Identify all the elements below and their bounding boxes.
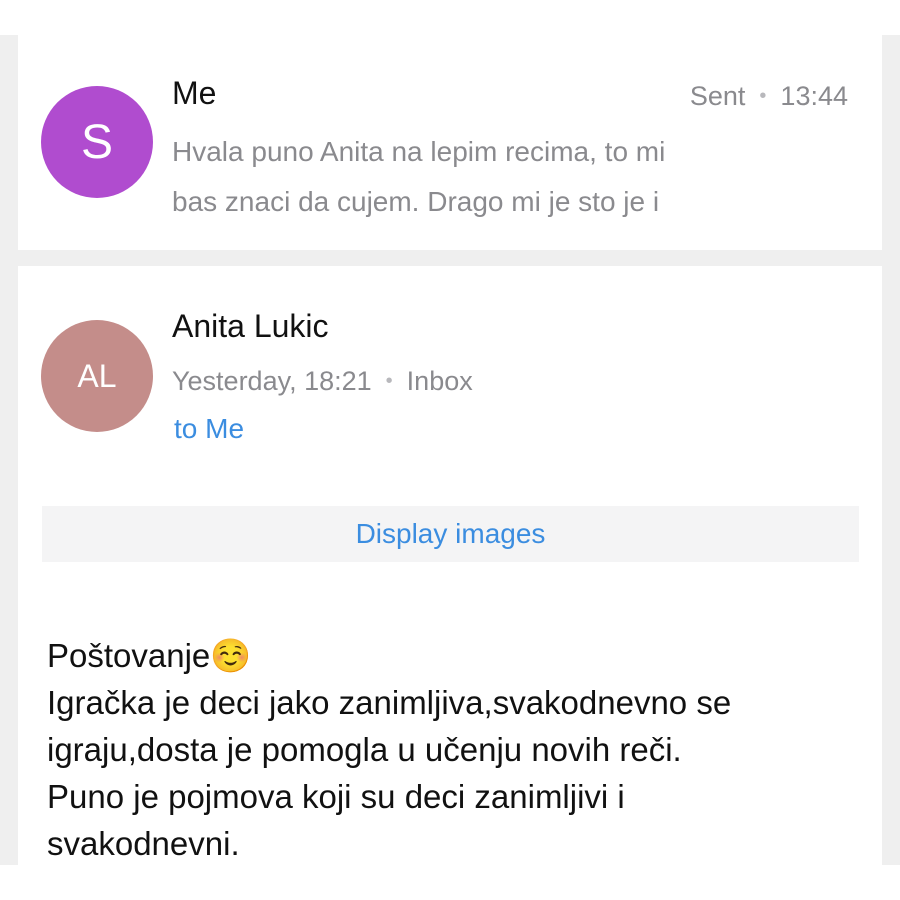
message-preview: Hvala puno Anita na lepim recima, to mi … <box>172 127 812 227</box>
message-time: 13:44 <box>780 81 848 111</box>
folder-label: Sent <box>689 81 746 111</box>
message-meta: Yesterday, 18:21 • Inbox <box>172 366 473 397</box>
message-meta: Sent • 13:44 <box>690 81 848 112</box>
avatar-initials: AL <box>77 357 117 394</box>
message-date: Yesterday, 18:21 <box>172 366 372 396</box>
body-line: svakodnevni. <box>47 825 240 862</box>
message-card-received: AL Anita Lukic Yesterday, 18:21 • Inbox … <box>18 266 882 865</box>
message-body: Poštovanje☺️ Igračka je deci jako zaniml… <box>47 632 867 867</box>
avatar: AL <box>41 320 153 432</box>
display-images-button[interactable]: Display images <box>42 506 859 562</box>
preview-line: bas znaci da cujem. Drago mi je sto je i <box>172 186 660 217</box>
avatar-letter: S <box>80 115 113 169</box>
message-card-sent[interactable]: S Me Sent • 13:44 Hvala puno Anita na le… <box>18 35 882 250</box>
body-line: Poštovanje☺️ <box>47 637 252 674</box>
body-line: Igračka je deci jako zanimljiva,svakodne… <box>47 684 732 721</box>
avatar: S <box>41 86 153 198</box>
body-line: Puno je pojmova koji su deci zanimljivi … <box>47 778 625 815</box>
sender-name[interactable]: Anita Lukic <box>172 308 329 345</box>
separator-dot-icon: • <box>385 370 393 392</box>
preview-line: Hvala puno Anita na lepim recima, to mi <box>172 136 666 167</box>
separator-dot-icon: • <box>759 85 767 107</box>
body-line: igraju,dosta je pomogla u učenju novih r… <box>47 731 682 768</box>
folder-label: Inbox <box>406 366 473 396</box>
recipient-link[interactable]: to Me <box>174 413 244 445</box>
sender-name: Me <box>172 75 217 111</box>
